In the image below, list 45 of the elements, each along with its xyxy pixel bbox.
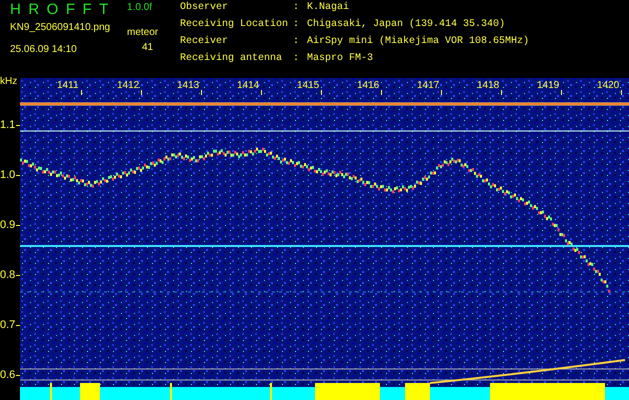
axis-label: 1.0 — [0, 169, 16, 181]
info-separator: : — [293, 53, 300, 66]
tick-mark — [201, 90, 202, 95]
info-label: Receiving Location — [180, 19, 290, 32]
time-label: 1413 — [177, 80, 200, 92]
time-label: 1414 — [237, 80, 260, 92]
axis-label: 0.6 — [0, 369, 16, 381]
tick-mark — [441, 90, 442, 95]
app-title: HROFFT — [10, 1, 116, 19]
info-separator: : — [293, 36, 300, 49]
time-label: 1412 — [117, 80, 140, 92]
info-value: K.Nagai — [307, 2, 350, 15]
tick-mark — [381, 90, 382, 95]
tick-mark — [261, 90, 262, 95]
meteor-count: 41 — [142, 42, 154, 54]
tick-mark — [321, 90, 322, 95]
axis-label: 0.7 — [0, 319, 16, 331]
info-label: Observer — [180, 2, 230, 15]
timestamp: 25.06.09 14:10 — [10, 44, 77, 56]
file-name: KN9_2506091410.png — [10, 22, 110, 34]
tick-mark — [501, 90, 502, 95]
axis-unit: kHz — [0, 75, 18, 89]
info-value: AirSpy mini (Miakejima VOR 108.65MHz) — [307, 36, 530, 49]
axis-label: 1.1 — [0, 119, 16, 131]
tick-mark — [621, 90, 622, 95]
time-label: 1418 — [477, 80, 500, 92]
version-label: 1.0.0f — [127, 2, 152, 14]
axis-label: 0.8 — [0, 269, 16, 281]
tick-mark — [80, 90, 82, 95]
info-value: Chigasaki, Japan (139.414 35.340) — [307, 19, 506, 32]
tick-mark — [561, 90, 562, 95]
time-label: 1415 — [297, 80, 320, 92]
time-label: 1419 — [537, 80, 560, 92]
info-separator: : — [293, 2, 300, 15]
time-label: 1417 — [417, 80, 440, 92]
time-label: 1411 — [57, 80, 79, 92]
info-separator: : — [293, 19, 300, 32]
count-label: meteor — [127, 27, 158, 39]
time-label: 1416 — [357, 80, 380, 92]
tick-mark — [141, 90, 142, 95]
info-label: Receiving antenna — [180, 53, 284, 66]
info-label: Receiver — [180, 36, 230, 49]
info-value: Maspro FM-3 — [307, 53, 374, 66]
axis-label: 0.9 — [0, 219, 16, 231]
time-label: 1420 — [597, 80, 620, 92]
